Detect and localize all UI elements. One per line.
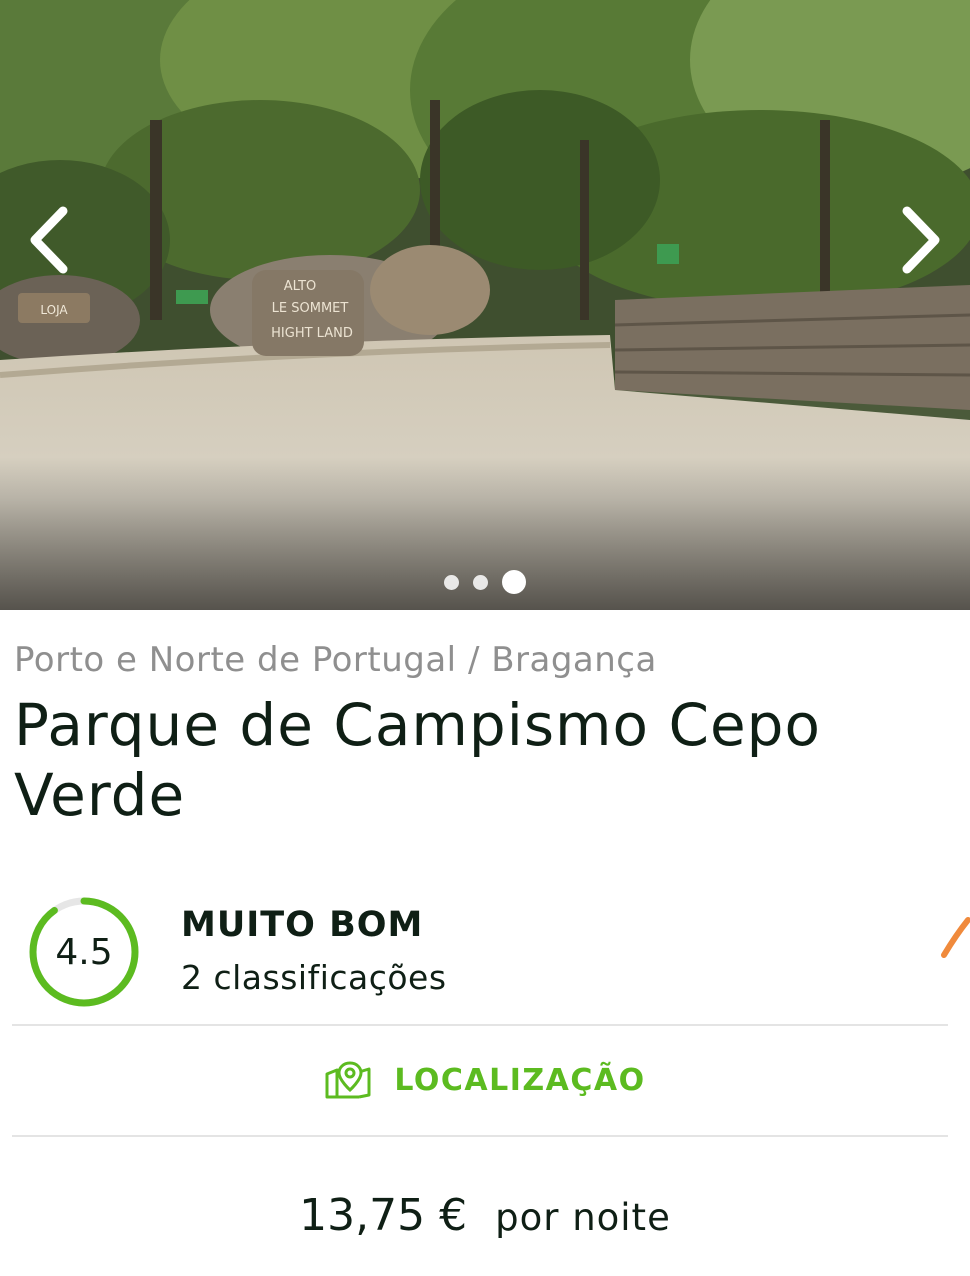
price-row: 13,75 € por noite bbox=[0, 1190, 970, 1241]
carousel-dot-1[interactable] bbox=[444, 574, 459, 590]
location-label: LOCALIZAÇÃO bbox=[394, 1062, 646, 1098]
chevron-right-icon bbox=[902, 206, 940, 274]
carousel-dot-2[interactable] bbox=[473, 574, 488, 590]
map-pin-icon bbox=[325, 1061, 371, 1099]
chevron-left-icon bbox=[30, 206, 68, 274]
photo-carousel[interactable]: LOJA ALTO LE SOMMET HIGHT LAND bbox=[0, 0, 970, 610]
price-unit: por noite bbox=[495, 1196, 671, 1239]
location-breadcrumb[interactable]: Porto e Norte de Portugal / Bragança bbox=[14, 640, 657, 680]
rating-label: MUITO BOM bbox=[181, 905, 424, 945]
campsite-photo: LOJA ALTO LE SOMMET HIGHT LAND bbox=[0, 0, 970, 610]
divider bbox=[12, 1024, 948, 1026]
divider bbox=[12, 1135, 948, 1137]
price-amount: 13,75 € bbox=[299, 1190, 468, 1241]
campsite-title: Parque de Campismo Cepo Verde bbox=[14, 691, 821, 829]
next-photo-button[interactable] bbox=[886, 200, 956, 280]
carousel-dot-3-active[interactable] bbox=[502, 570, 526, 594]
carousel-pagination bbox=[0, 570, 970, 594]
rating-count[interactable]: 2 classificações bbox=[181, 958, 447, 997]
edge-orange-stroke bbox=[941, 917, 970, 958]
location-button[interactable]: LOCALIZAÇÃO bbox=[0, 1055, 970, 1105]
rating-score: 4.5 bbox=[55, 931, 113, 973]
previous-photo-button[interactable] bbox=[14, 200, 84, 280]
